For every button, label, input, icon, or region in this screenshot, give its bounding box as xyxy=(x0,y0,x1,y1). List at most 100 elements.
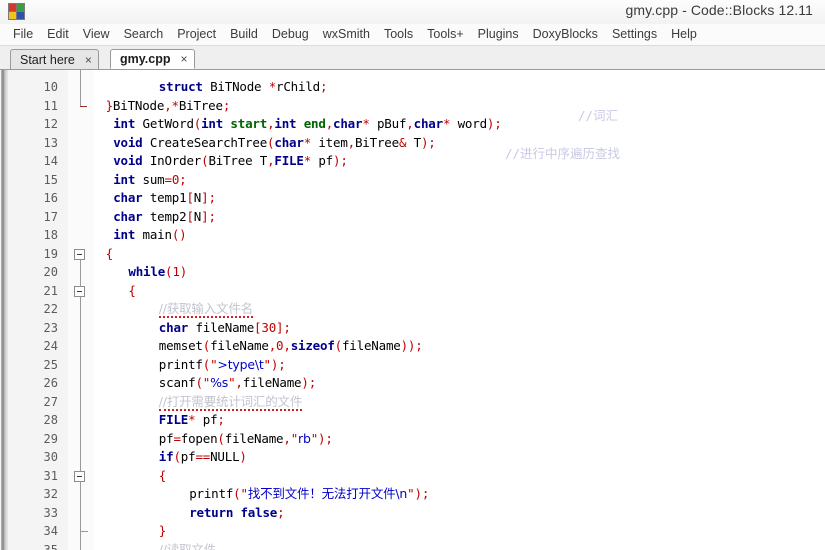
fold-collapse-icon[interactable] xyxy=(74,285,85,297)
code-keyword: return xyxy=(189,504,234,520)
window-title: gmy.cpp - Code::Blocks 12.11 xyxy=(625,2,813,18)
code-operator: * xyxy=(268,79,277,94)
menu-item-debug[interactable]: Debug xyxy=(265,25,316,44)
code-line: { xyxy=(128,282,136,301)
code-operator: , xyxy=(283,430,291,446)
code-identifier: T xyxy=(259,153,268,168)
line-number: 26 xyxy=(8,374,68,393)
code-keyword: void xyxy=(113,153,143,168)
code-operator xyxy=(296,116,303,131)
menu-item-plugins[interactable]: Plugins xyxy=(471,25,526,44)
line-number-label: 10 xyxy=(43,80,58,94)
code-identifier: pBuf xyxy=(376,116,407,131)
menu-item-tools[interactable]: Tools xyxy=(377,25,420,44)
code-operator: ; xyxy=(308,375,317,390)
code-operator: ; xyxy=(325,430,333,446)
menu-item-help[interactable]: Help xyxy=(664,25,704,44)
line-number: 21 xyxy=(8,282,68,301)
code-operator: ( xyxy=(334,338,343,353)
close-icon[interactable]: × xyxy=(85,53,92,67)
code-identifier: pf xyxy=(158,430,174,446)
code-operator xyxy=(195,412,202,427)
code-operator: = xyxy=(164,171,172,187)
code-operator xyxy=(143,135,150,150)
close-icon[interactable]: × xyxy=(180,52,187,66)
line-number-label: 27 xyxy=(43,394,58,409)
code-line: //打开需要统计词汇的文件 xyxy=(158,393,302,412)
code-operator: ; xyxy=(494,116,502,131)
code-operator: ) xyxy=(400,338,409,353)
line-number: 14 xyxy=(8,152,68,171)
code-keyword: start xyxy=(230,116,268,131)
line-number-label: 33 xyxy=(43,505,58,520)
line-number: 31 xyxy=(8,467,68,486)
code-keyword: FILE xyxy=(274,153,304,168)
code-line: printf("找不到文件！无法打开文件\n"); xyxy=(189,485,429,504)
fold-collapse-icon[interactable] xyxy=(74,248,85,260)
code-identifier: scanf xyxy=(158,375,196,390)
code-operator xyxy=(143,190,150,205)
code-operator: { xyxy=(105,245,114,261)
code-operator: ( xyxy=(173,449,181,464)
code-keyword: if xyxy=(158,449,174,464)
code-identifier: temp1 xyxy=(149,190,187,205)
line-number: 11 xyxy=(8,97,68,116)
menu-item-wxsmith[interactable]: wxSmith xyxy=(316,25,377,44)
code-folding-margin[interactable] xyxy=(68,70,94,550)
code-identifier: BiTree xyxy=(208,153,253,168)
code-line: //读取文件 xyxy=(158,541,216,550)
code-line: void CreateSearchTree(char* item,BiTree&… xyxy=(113,134,436,153)
codeblocks-logo-icon xyxy=(8,3,25,20)
line-number-label: 18 xyxy=(43,228,58,242)
code-identifier: fopen xyxy=(180,430,218,446)
line-number: 16 xyxy=(8,189,68,208)
tab-label: gmy.cpp xyxy=(120,52,171,66)
code-line: void InOrder(BiTree T,FILE* pf); xyxy=(113,152,348,171)
line-number-gutter: 10 11 12 13 14 15 16 17 18 19 20 21 22 23 24 25 26 27 28 29… xyxy=(8,70,68,550)
string-literal: >type\t xyxy=(217,356,264,372)
code-operator: ; xyxy=(217,412,225,427)
code-keyword: int xyxy=(274,116,297,131)
code-keyword: int xyxy=(113,227,136,242)
menu-item-doxyblocks[interactable]: DoxyBlocks xyxy=(526,25,605,44)
line-number-label: 23 xyxy=(43,320,58,335)
line-number-label: 24 xyxy=(43,339,58,353)
line-number-label: 26 xyxy=(43,376,58,390)
menu-item-tools-plus[interactable]: Tools+ xyxy=(420,25,470,44)
code-keyword: char xyxy=(158,319,189,335)
menu-item-build[interactable]: Build xyxy=(223,25,265,44)
tab-start-here[interactable]: Start here × xyxy=(10,49,99,69)
menu-item-search[interactable]: Search xyxy=(117,25,171,44)
tab-gmy-cpp[interactable]: gmy.cpp × xyxy=(110,49,195,69)
code-identifier: BiTNode xyxy=(112,97,165,113)
tab-label: Start here xyxy=(20,52,75,67)
code-operator xyxy=(143,209,150,224)
code-identifier: word xyxy=(457,116,488,131)
code-operator: [ xyxy=(186,208,194,224)
code-operator: ( xyxy=(193,116,202,131)
menu-item-view[interactable]: View xyxy=(76,25,117,44)
code-operator: ; xyxy=(320,79,328,94)
code-identifier: memset xyxy=(158,338,203,353)
code-identifier: sum xyxy=(142,171,165,187)
menu-item-project[interactable]: Project xyxy=(170,25,223,44)
line-number-label: 35 xyxy=(43,542,58,550)
line-number-label: 15 xyxy=(43,172,58,187)
menu-item-edit[interactable]: Edit xyxy=(40,25,76,44)
string-literal: rb xyxy=(298,430,311,446)
menu-item-settings[interactable]: Settings xyxy=(605,25,664,44)
fold-guide-line xyxy=(80,70,81,106)
code-editor[interactable]: 10 11 12 13 14 15 16 17 18 19 20 21 22 23 24 25 26 27 28 29… xyxy=(8,70,825,550)
line-number-label: 14 xyxy=(43,154,58,168)
code-keyword: sizeof xyxy=(290,338,335,353)
line-number-label: 31 xyxy=(43,468,58,483)
code-operator: ( xyxy=(217,430,225,446)
menu-item-file[interactable]: File xyxy=(6,25,40,44)
line-number-label: 19 xyxy=(43,246,58,261)
line-number-label: 12 xyxy=(43,117,58,131)
code-operator: [ xyxy=(186,190,194,205)
fold-collapse-icon[interactable] xyxy=(74,470,85,482)
code-operator: ; xyxy=(428,134,436,150)
code-text-area[interactable]: struct BiTNode *rChild;}BiTNode,*BiTree;… xyxy=(94,70,825,550)
code-identifier: printf xyxy=(189,486,234,501)
